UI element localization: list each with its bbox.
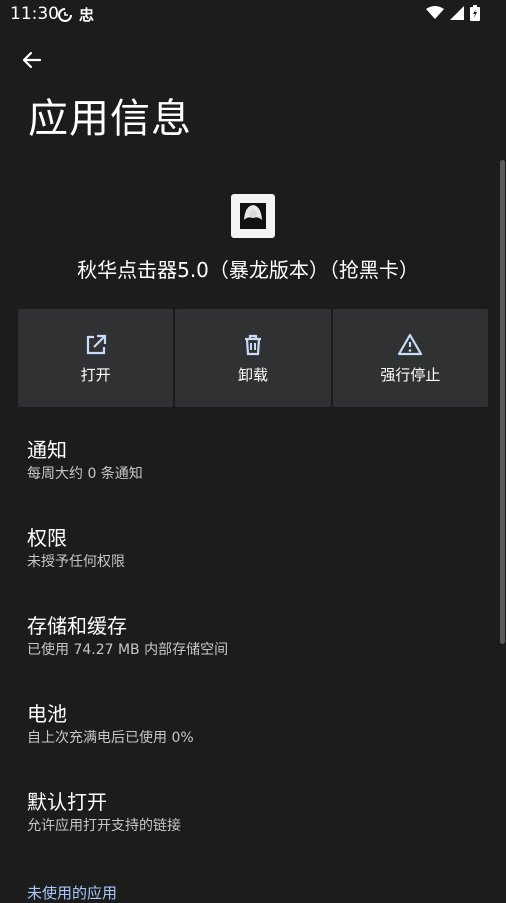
settings-item-subtitle: 未授予任何权限 [27,554,125,570]
battery-icon [470,5,480,21]
app-name: 秋华点击器5.0（暴龙版本）（抢黑卡） [77,258,419,282]
settings-item-notifications[interactable]: 通知 每周大约 0 条通知 [27,437,487,485]
settings-item-title: 通知 [27,438,67,462]
status-icons-left: 忠 [57,4,94,25]
uninstall-button-label: 卸载 [237,365,268,384]
force-stop-button[interactable]: 强行停止 [332,309,488,407]
page-title: 应用信息 [28,96,192,142]
sync-icon [58,7,72,22]
carrier-glyph-icon: 忠 [79,6,95,24]
settings-item-permissions[interactable]: 权限 未授予任何权限 [27,525,487,573]
settings-item-title: 默认打开 [27,790,107,814]
status-icons-right [426,5,480,21]
settings-item-battery[interactable]: 电池 自上次充满电后已使用 0% [27,701,487,749]
status-bar: 11:30 忠 [0,0,506,30]
app-icon [231,194,275,238]
open-button[interactable]: 打开 [18,309,174,407]
settings-item-subtitle: 允许应用打开支持的链接 [27,818,181,834]
status-time: 11:30 [10,4,59,24]
arrow-back-icon [22,51,42,69]
warning-icon [398,333,423,355]
settings-item-title: 电池 [27,702,67,726]
scrollbar[interactable] [500,160,505,644]
settings-item-subtitle: 已使用 74.27 MB 内部存储空间 [27,642,229,658]
settings-item-subtitle: 每周大约 0 条通知 [27,466,143,482]
trash-icon [244,334,261,355]
settings-item-subtitle: 自上次充满电后已使用 0% [27,730,194,746]
open-button-label: 打开 [80,365,111,384]
settings-item-title: 存储和缓存 [27,614,127,638]
open-external-icon [86,334,106,354]
uninstall-button[interactable]: 卸载 [175,309,331,407]
app-logo-icon [240,203,266,229]
wifi-icon [426,6,444,19]
back-button[interactable] [18,46,46,74]
action-bar: 打开 卸载 强行停止 [18,309,488,407]
cell-signal-icon [450,6,464,20]
settings-item-open-by-default[interactable]: 默认打开 允许应用打开支持的链接 [27,789,487,837]
force-stop-button-label: 强行停止 [380,365,441,384]
settings-item-title: 权限 [27,526,67,550]
settings-item-storage[interactable]: 存储和缓存 已使用 74.27 MB 内部存储空间 [27,613,487,661]
